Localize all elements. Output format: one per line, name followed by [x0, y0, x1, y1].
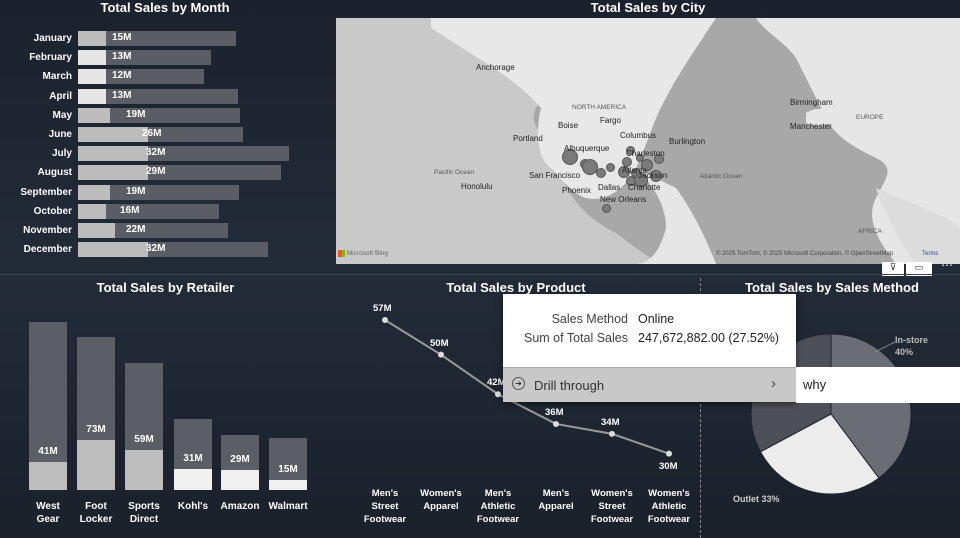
outlet-slice-label: Outlet 33%	[733, 494, 780, 504]
instore-leader-line	[874, 341, 896, 353]
instore-slice-percent: 40%	[895, 347, 914, 357]
tooltip-key-sales-method: Sales Method	[551, 312, 628, 326]
tooltip-key-total-sales: Sum of Total Sales	[524, 331, 628, 345]
drill-through-label: Drill through	[534, 378, 605, 393]
section-divider	[0, 274, 960, 275]
drill-through-target-why[interactable]: why	[796, 367, 960, 403]
tooltip-value-sales-method: Online	[638, 312, 675, 326]
data-tooltip: Sales Method Online Sum of Total Sales 2…	[503, 294, 796, 402]
tooltip-value-total-sales: 247,672,882.00 (27.52%)	[638, 331, 780, 345]
drill-through-menu-item[interactable]: ➔ Drill through ›	[503, 367, 796, 402]
instore-slice-label: In-store	[895, 335, 929, 345]
method-pie-chart[interactable]	[0, 0, 960, 538]
chevron-right-icon: ›	[771, 375, 776, 392]
drill-through-icon: ➔	[512, 377, 525, 390]
